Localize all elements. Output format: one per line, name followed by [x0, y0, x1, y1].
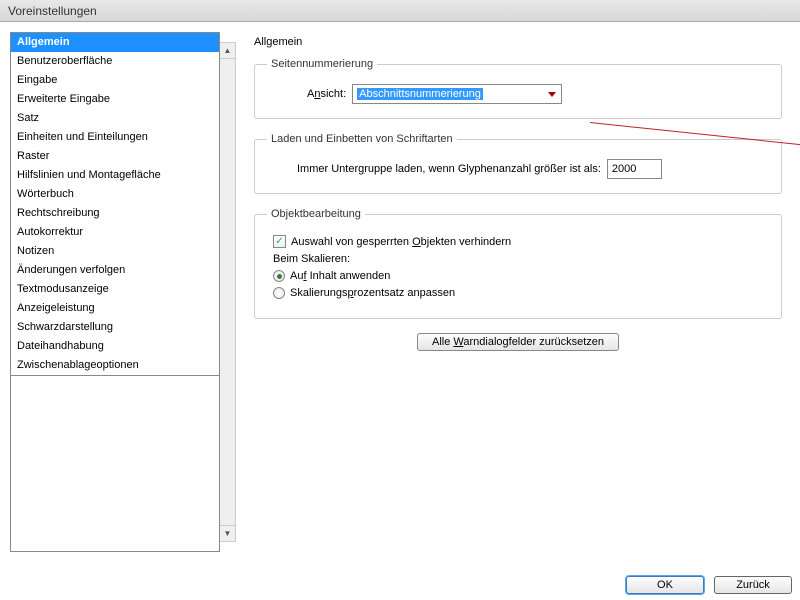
- dialog-footer: OK Zurück: [626, 576, 792, 594]
- sidebar-item[interactable]: Dateihandhabung: [11, 337, 219, 356]
- apply-to-content-label: Auf Inhalt anwenden: [290, 270, 390, 282]
- sidebar-item[interactable]: Raster: [11, 147, 219, 166]
- back-button[interactable]: Zurück: [714, 576, 792, 594]
- sidebar-item[interactable]: Erweiterte Eingabe: [11, 90, 219, 109]
- sidebar-empty-area: [11, 375, 219, 551]
- ok-button[interactable]: OK: [626, 576, 704, 594]
- fonts-legend: Laden und Einbetten von Schriftarten: [267, 133, 457, 145]
- subset-label: Immer Untergruppe laden, wenn Glyphenanz…: [297, 163, 601, 175]
- glyph-count-input[interactable]: [607, 159, 662, 179]
- sidebar-item[interactable]: Schwarzdarstellung: [11, 318, 219, 337]
- lock-selection-checkbox[interactable]: ✓: [273, 235, 286, 248]
- sidebar-item[interactable]: Änderungen verfolgen: [11, 261, 219, 280]
- object-editing-legend: Objektbearbeitung: [267, 208, 365, 220]
- lock-selection-label: Auswahl von gesperrten Objekten verhinde…: [291, 236, 511, 248]
- sidebar-item[interactable]: Notizen: [11, 242, 219, 261]
- sidebar-item[interactable]: Textmodusanzeige: [11, 280, 219, 299]
- sidebar-item[interactable]: Anzeigeleistung: [11, 299, 219, 318]
- sidebar-item[interactable]: Benutzeroberfläche: [11, 52, 219, 71]
- dialog-content: AllgemeinBenutzeroberflächeEingabeErweit…: [0, 22, 800, 562]
- sidebar-scrollbar[interactable]: ▲ ▼: [220, 42, 236, 542]
- page-numbering-group: Seitennummerierung Ansicht: Abschnittsnu…: [254, 58, 782, 119]
- category-list: AllgemeinBenutzeroberflächeEingabeErweit…: [11, 33, 219, 375]
- sidebar-item[interactable]: Autokorrektur: [11, 223, 219, 242]
- sidebar-item[interactable]: Einheiten und Einteilungen: [11, 128, 219, 147]
- sidebar-item[interactable]: Rechtschreibung: [11, 204, 219, 223]
- view-dropdown-value: Abschnittsnummerierung: [357, 88, 483, 100]
- sidebar-item[interactable]: Eingabe: [11, 71, 219, 90]
- sidebar-item[interactable]: Allgemein: [11, 33, 219, 52]
- sidebar-item[interactable]: Zwischenablageoptionen: [11, 356, 219, 375]
- page-numbering-legend: Seitennummerierung: [267, 58, 377, 70]
- window-title: Voreinstellungen: [8, 4, 97, 18]
- apply-to-content-radio[interactable]: [273, 270, 285, 282]
- scroll-down-icon[interactable]: ▼: [220, 525, 235, 541]
- adjust-percentage-radio[interactable]: [273, 287, 285, 299]
- view-label: Ansicht:: [307, 88, 346, 100]
- object-editing-group: Objektbearbeitung ✓ Auswahl von gesperrt…: [254, 208, 782, 319]
- scroll-up-icon[interactable]: ▲: [220, 43, 235, 59]
- panel-title: Allgemein: [254, 36, 782, 48]
- window-titlebar: Voreinstellungen: [0, 0, 800, 22]
- settings-panel: Allgemein Seitennummerierung Ansicht: Ab…: [236, 22, 800, 562]
- sidebar-item[interactable]: Hilfslinien und Montagefläche: [11, 166, 219, 185]
- reset-warnings-button[interactable]: Alle Warndialogfelder zurücksetzen: [417, 333, 619, 351]
- scaling-heading: Beim Skalieren:: [273, 253, 769, 265]
- view-dropdown[interactable]: Abschnittsnummerierung: [352, 84, 562, 104]
- reset-row: Alle Warndialogfelder zurücksetzen: [254, 333, 782, 351]
- category-sidebar: AllgemeinBenutzeroberflächeEingabeErweit…: [10, 32, 220, 552]
- adjust-percentage-label: Skalierungsprozentsatz anpassen: [290, 287, 455, 299]
- sidebar-item[interactable]: Satz: [11, 109, 219, 128]
- fonts-group: Laden und Einbetten von Schriftarten Imm…: [254, 133, 782, 194]
- chevron-down-icon: [545, 87, 559, 101]
- sidebar-item[interactable]: Wörterbuch: [11, 185, 219, 204]
- sidebar-container: AllgemeinBenutzeroberflächeEingabeErweit…: [0, 22, 236, 562]
